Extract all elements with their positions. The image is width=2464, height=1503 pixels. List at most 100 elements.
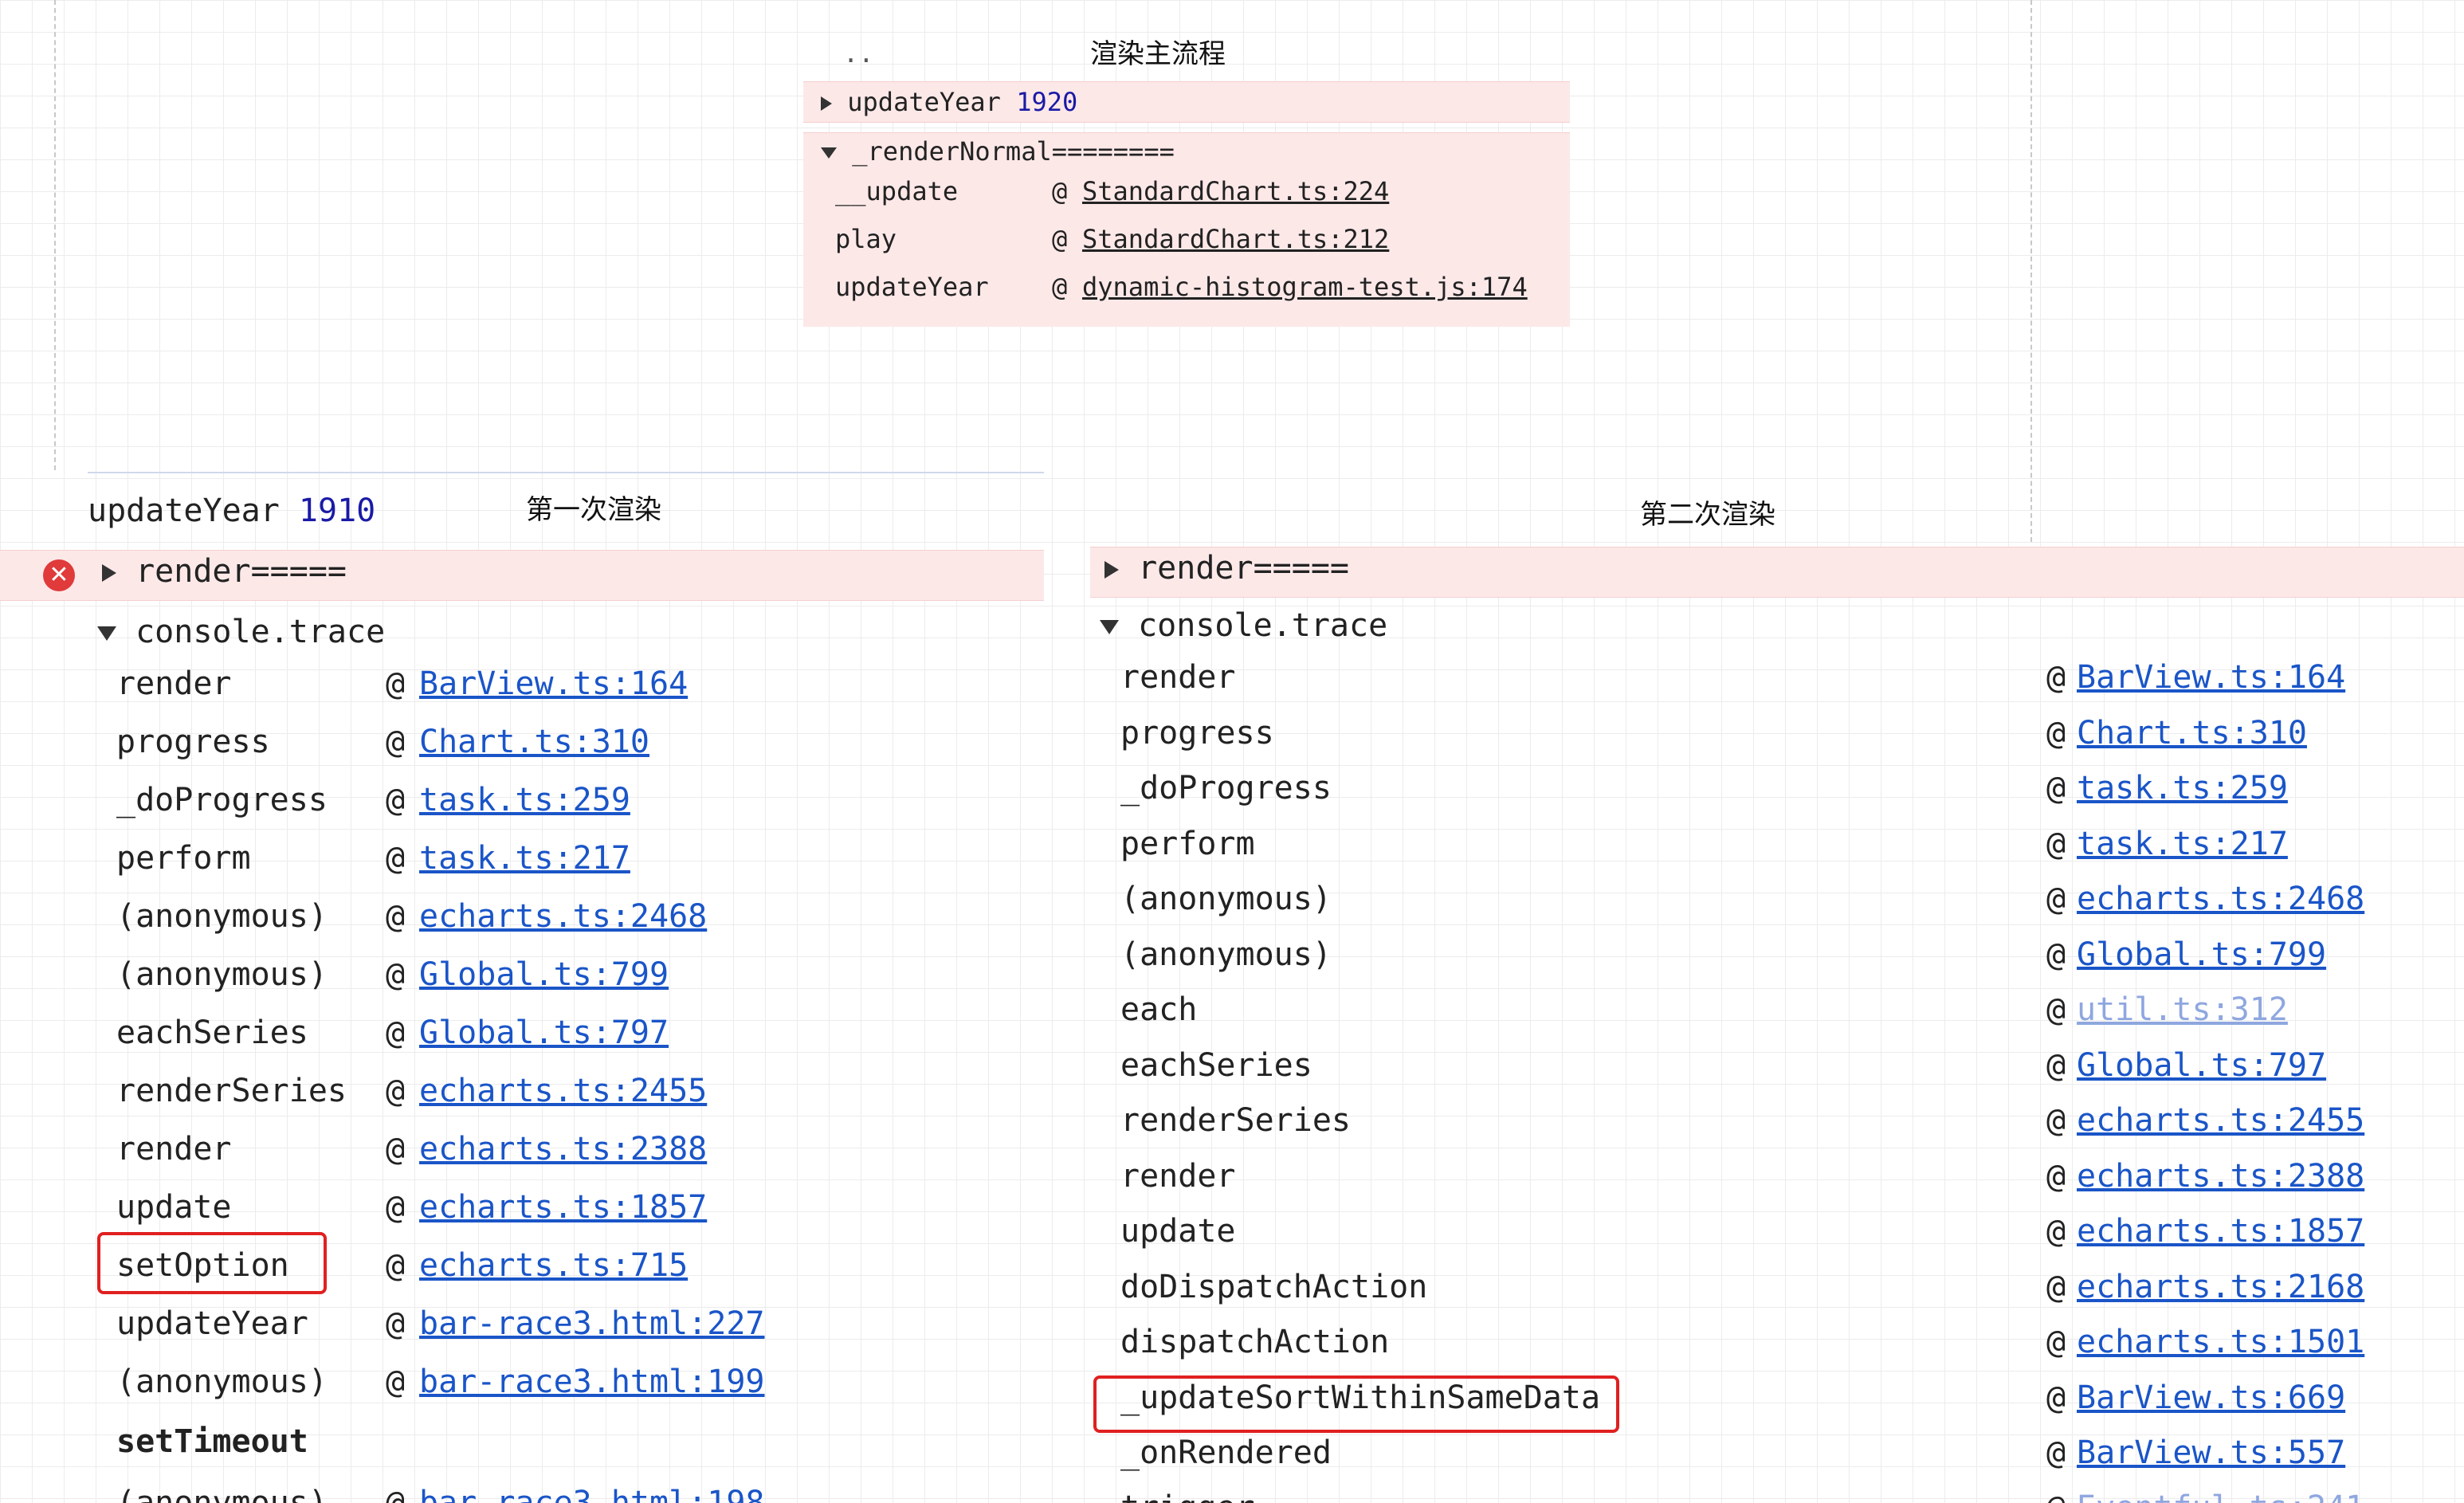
expand-arrow-icon[interactable] <box>821 96 832 111</box>
source-link[interactable]: echarts.ts:1857 <box>2077 1203 2364 1261</box>
source-link[interactable]: Chart.ts:310 <box>2077 704 2307 763</box>
stack-frame-name: render <box>116 665 232 702</box>
source-link[interactable]: echarts.ts:2455 <box>2077 1092 2364 1150</box>
stack-row: renderSeries @ echarts.ts:2455 <box>1120 1092 2427 1150</box>
expand-arrow-icon[interactable] <box>1104 561 1119 579</box>
at-symbol: @ <box>386 1131 406 1167</box>
source-link[interactable]: BarView.ts:164 <box>419 655 688 713</box>
stack-frame-name: __update <box>835 176 959 206</box>
stack-row: perform @ task.ts:217 <box>1120 815 2427 873</box>
source-link[interactable]: BarView.ts:557 <box>2077 1424 2345 1482</box>
stack-row: (anonymous) @ echarts.ts:2468 <box>1120 870 2427 928</box>
group-render-normal[interactable]: _renderNormal======== __update @ Standar… <box>803 132 1570 327</box>
at-symbol: @ <box>386 956 406 993</box>
stack-frame-name: render <box>1120 659 1236 696</box>
stack-frame-name: perform <box>116 840 251 877</box>
expand-arrow-icon[interactable] <box>102 564 116 582</box>
stack-row: dispatchAction @ echarts.ts:1501 <box>1120 1313 2427 1372</box>
stack-frame-name: renderSeries <box>116 1073 347 1109</box>
at-symbol: @ <box>386 1189 406 1226</box>
group-value: 1920 <box>1016 87 1078 117</box>
at-symbol: @ <box>386 1305 406 1342</box>
source-link[interactable]: Global.ts:799 <box>419 946 669 1004</box>
collapse-arrow-icon[interactable] <box>1100 620 1119 634</box>
stack-frame-name: progress <box>116 724 270 760</box>
source-link[interactable]: task.ts:217 <box>2077 815 2288 873</box>
source-link[interactable]: dynamic-histogram-test.js:174 <box>1082 272 1528 302</box>
source-link[interactable]: BarView.ts:164 <box>2077 649 2345 707</box>
first-render-console: updateYear 1910 ✕ render===== console.tr… <box>0 472 1044 1503</box>
error-group-label: render===== <box>135 553 347 590</box>
source-link[interactable]: StandardChart.ts:212 <box>1082 224 1389 254</box>
stack-row: (anonymous) @ echarts.ts:2468 <box>116 888 993 946</box>
stack-frame-name: _doProgress <box>1120 770 1332 806</box>
collapse-arrow-icon[interactable] <box>821 147 837 159</box>
at-symbol: @ <box>2046 991 2066 1028</box>
source-link[interactable]: echarts.ts:2388 <box>2077 1148 2364 1206</box>
stack-frame-name: (anonymous) <box>1120 881 1332 917</box>
stack-frame-name: (anonymous) <box>116 1364 328 1400</box>
stack-frame-name: doDispatchAction <box>1120 1268 1428 1305</box>
log-label: updateYear <box>88 492 280 529</box>
source-link[interactable]: echarts.ts:1501 <box>2077 1313 2364 1372</box>
source-link[interactable]: StandardChart.ts:224 <box>1082 176 1389 206</box>
source-link[interactable]: Global.ts:799 <box>2077 926 2326 984</box>
stack-row: updateYear @ bar-race3.html:227 <box>116 1295 993 1353</box>
at-symbol: @ <box>386 1247 406 1284</box>
guide-line-left <box>54 0 56 470</box>
stack-frame-name: renderSeries <box>1120 1102 1351 1139</box>
source-link[interactable]: bar-race3.html:199 <box>419 1353 764 1411</box>
at-symbol: @ <box>2046 1434 2066 1471</box>
stack-frame-name: eachSeries <box>116 1014 308 1051</box>
stack-row: render @ echarts.ts:2388 <box>116 1120 993 1179</box>
stack-row: eachSeries @ Global.ts:797 <box>116 1004 993 1062</box>
group-update-year[interactable]: updateYear 1920 <box>803 81 1570 123</box>
at-symbol: @ <box>2046 1379 2066 1416</box>
second-render-console: render===== console.trace render @ BarView… <box>1090 472 2464 1503</box>
at-symbol: @ <box>2046 1102 2066 1139</box>
collapse-arrow-icon[interactable] <box>97 626 116 641</box>
source-link[interactable]: task.ts:259 <box>419 771 630 830</box>
source-link[interactable]: Global.ts:797 <box>2077 1037 2326 1095</box>
stack-row: progress @ Chart.ts:310 <box>1120 704 2427 763</box>
source-link[interactable]: echarts.ts:2468 <box>2077 870 2364 928</box>
group-label: updateYear <box>847 87 1001 117</box>
source-link[interactable]: echarts.ts:2455 <box>419 1062 707 1120</box>
source-link[interactable]: util.ts:312 <box>2077 981 2288 1039</box>
source-link[interactable]: echarts.ts:2388 <box>419 1120 707 1179</box>
source-link[interactable]: task.ts:217 <box>419 830 630 888</box>
stack-frame-name: progress <box>1120 714 1274 752</box>
at-symbol: @ <box>1052 272 1068 302</box>
trace-group-label: console.trace <box>135 614 386 650</box>
source-link[interactable]: echarts.ts:715 <box>419 1237 688 1295</box>
at-symbol: @ <box>386 840 406 877</box>
stack-row: progress @ Chart.ts:310 <box>116 713 993 771</box>
source-link[interactable]: task.ts:259 <box>2077 759 2288 818</box>
stack-frame-name: play <box>835 224 897 254</box>
source-link[interactable]: Chart.ts:310 <box>419 713 649 771</box>
highlight-box-updatesort <box>1093 1375 1619 1433</box>
stack-row: render @ echarts.ts:2388 <box>1120 1148 2427 1206</box>
at-symbol: @ <box>2046 881 2066 917</box>
at-symbol: @ <box>2046 1046 2066 1084</box>
stack-row: (anonymous) @ Global.ts:799 <box>116 946 993 1004</box>
source-link[interactable]: echarts.ts:2468 <box>419 888 707 946</box>
at-symbol: @ <box>2046 1157 2066 1195</box>
at-symbol: @ <box>386 724 406 760</box>
stack-frame-name: update <box>116 1189 232 1226</box>
source-link[interactable]: echarts.ts:1857 <box>419 1179 707 1237</box>
source-link[interactable]: bar-race3.html:227 <box>419 1295 764 1353</box>
source-link[interactable]: echarts.ts:2168 <box>2077 1258 2364 1317</box>
stack-row: _doProgress @ task.ts:259 <box>1120 759 2427 818</box>
at-symbol: @ <box>2046 714 2066 752</box>
stack-row: renderSeries @ echarts.ts:2455 <box>116 1062 993 1120</box>
at-symbol: @ <box>1052 224 1068 254</box>
stack-frame-name: each <box>1120 991 1198 1028</box>
stack-frame-name: render <box>116 1131 232 1167</box>
stack-frame-name: updateYear <box>835 272 989 302</box>
clipped-fragment: .. <box>843 56 874 69</box>
at-symbol: @ <box>2046 936 2066 973</box>
stack-row: _doProgress @ task.ts:259 <box>116 771 993 830</box>
source-link[interactable]: BarView.ts:669 <box>2077 1369 2345 1427</box>
source-link[interactable]: Global.ts:797 <box>419 1004 669 1062</box>
